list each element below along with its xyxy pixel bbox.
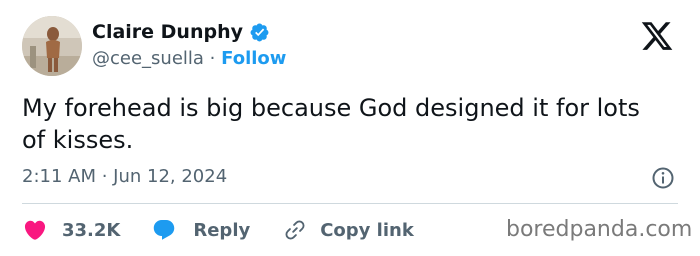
watermark: boredpanda.com (506, 217, 693, 242)
tweet-actions: 33.2K Reply Copy link (22, 216, 414, 244)
like-count: 33.2K (62, 219, 121, 241)
author-name-row[interactable]: Claire Dunphy (92, 21, 270, 43)
heart-icon (24, 220, 46, 240)
link-icon (285, 220, 305, 240)
tweet-text: My forehead is big because God designed … (22, 94, 640, 154)
avatar[interactable] (22, 16, 82, 76)
like-button[interactable]: 33.2K (22, 218, 120, 242)
verified-badge-icon (250, 23, 269, 41)
author-display-name[interactable]: Claire Dunphy (92, 21, 243, 43)
avatar-photo (22, 16, 82, 76)
x-logo-icon[interactable] (638, 19, 676, 53)
copy-link-label: Copy link (320, 219, 414, 241)
follow-button[interactable]: Follow (221, 48, 286, 69)
tweet-timestamp[interactable]: 2:11 AM · Jun 12, 2024 (22, 166, 227, 187)
handle-row: @cee_suella · Follow (92, 48, 286, 69)
info-icon[interactable] (651, 166, 675, 190)
divider (22, 203, 678, 204)
copy-link-button[interactable]: Copy link (284, 219, 414, 241)
reply-bubble-icon (154, 220, 175, 240)
reply-label: Reply (193, 219, 251, 241)
reply-button[interactable]: Reply (151, 218, 250, 242)
separator-dot: · (209, 48, 216, 69)
author-handle[interactable]: @cee_suella (92, 48, 204, 69)
